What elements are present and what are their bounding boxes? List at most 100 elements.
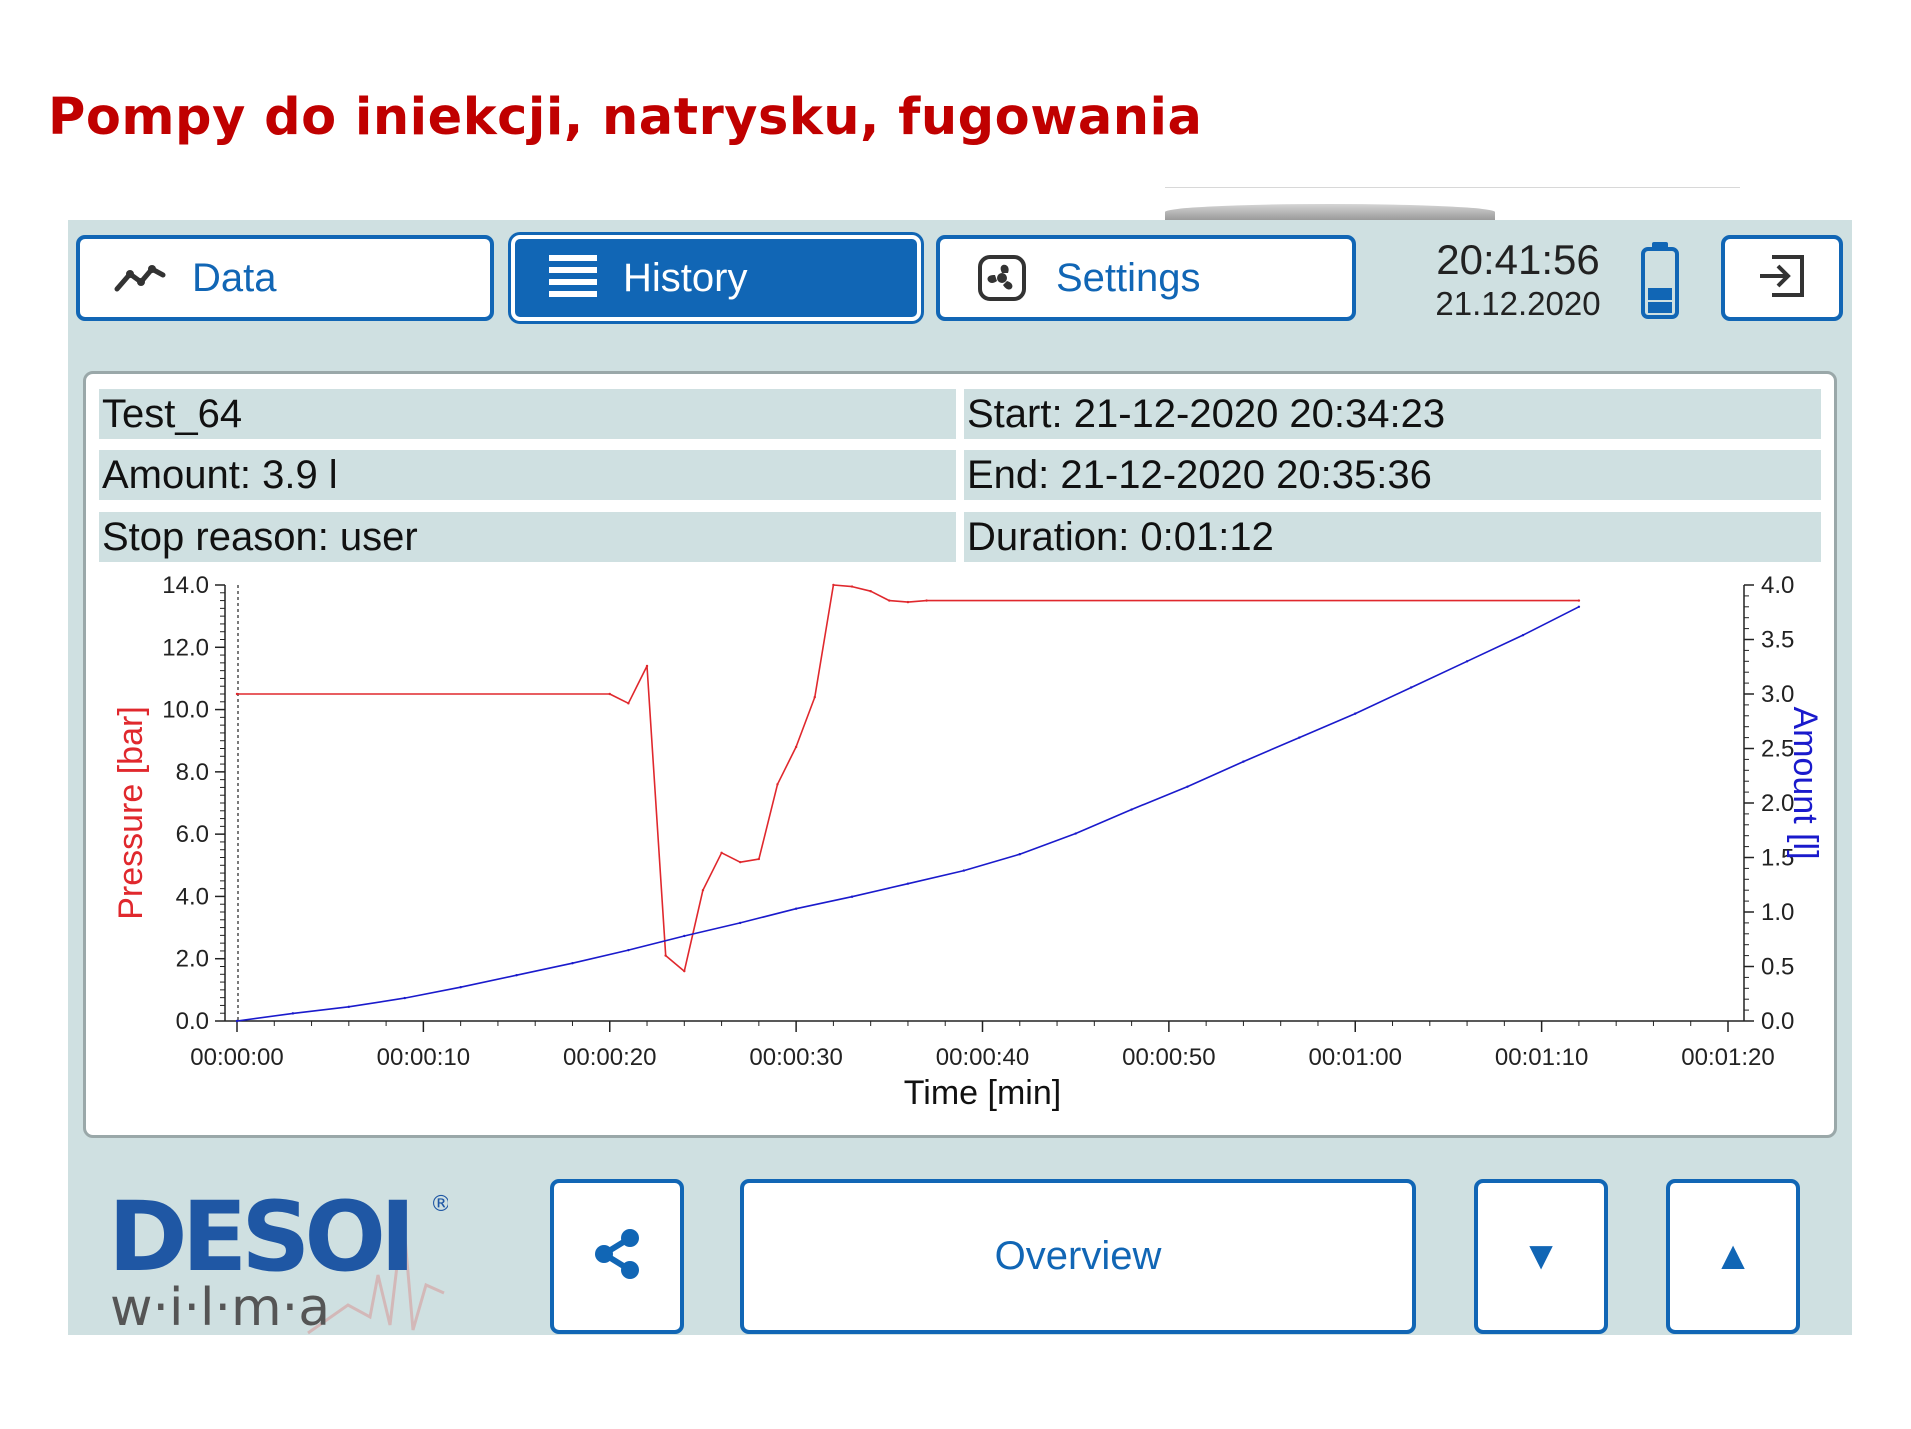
battery-icon (1640, 240, 1680, 325)
x-tick-label: 00:00:30 (749, 1044, 842, 1071)
scroll-up-button[interactable]: ▲ (1666, 1179, 1800, 1334)
tab-settings[interactable]: Settings (936, 235, 1356, 321)
x-tick-label: 00:01:20 (1681, 1044, 1774, 1071)
y-tick-label: 4.0 (176, 883, 209, 910)
pressure-point (869, 590, 872, 593)
pressure-point (1577, 599, 1581, 602)
pressure-point (683, 969, 686, 973)
amount-point (1186, 785, 1189, 788)
pressure-point (645, 664, 649, 668)
slide-title: Pompy do iniekcji, natrysku, fugowania (48, 88, 1203, 147)
y2-tick-label: 4.0 (1761, 572, 1794, 599)
y-tick-label: 12.0 (162, 634, 209, 661)
y-tick-label: 2.0 (176, 946, 209, 973)
pressure-point (888, 599, 891, 602)
amount-point (1298, 736, 1301, 739)
tab-data-label: Data (192, 255, 277, 300)
amount-point (291, 1012, 295, 1015)
exit-button[interactable] (1721, 235, 1843, 321)
amount-point (850, 895, 854, 898)
list-icon (549, 253, 597, 303)
tab-data[interactable]: Data (76, 235, 494, 321)
amount-point (403, 996, 406, 1000)
y2-tick-label: 0.5 (1761, 954, 1794, 981)
y-axis-title: Pressure [bar] (112, 706, 150, 920)
share-button[interactable] (550, 1179, 684, 1334)
amount-point (1577, 605, 1581, 608)
amount-point (235, 1019, 239, 1023)
x-tick-label: 00:00:20 (563, 1044, 656, 1071)
amount-point (1242, 760, 1245, 763)
top-bar: Data History Settings 20:41:56 21.12.202… (68, 220, 1852, 338)
logout-icon (1756, 253, 1808, 304)
amount-point (1074, 832, 1077, 835)
pressure-point (235, 692, 239, 696)
amount-point (1521, 633, 1525, 637)
amount-point (1409, 686, 1413, 689)
pressure-point (850, 585, 854, 588)
fan-gear-icon (974, 254, 1030, 302)
y2-tick-label: 0.0 (1761, 1008, 1794, 1035)
amount-point (459, 986, 462, 989)
x-axis-title: Time [min] (904, 1074, 1061, 1112)
amount-point (1018, 853, 1021, 856)
pressure-point (627, 702, 630, 705)
pressure-point (664, 954, 667, 957)
x-tick-label: 00:01:00 (1309, 1044, 1402, 1071)
x-tick-label: 00:00:50 (1122, 1044, 1215, 1071)
amount-point (571, 962, 574, 965)
pressure-point (925, 599, 928, 602)
pressure-point (906, 600, 910, 604)
amount-series-line (236, 606, 1580, 1022)
pressure-point (608, 692, 611, 696)
amount-point (1354, 712, 1357, 715)
pressure-point (794, 745, 798, 749)
trend-line-icon (114, 261, 166, 295)
amount-point (794, 907, 798, 910)
y2-tick-label: 1.0 (1761, 899, 1794, 926)
bottom-bar: DESOI ® w·i·l·m·a Overview ▼ ▲ (68, 1155, 1852, 1335)
decorative-line (1165, 187, 1740, 188)
pressure-point (701, 889, 705, 892)
y-tick-label: 14.0 (162, 572, 209, 599)
pressure-point (776, 783, 779, 786)
logo-sub-text: w·i·l·m·a (110, 1278, 330, 1335)
x-tick-label: 00:00:00 (190, 1044, 283, 1071)
amount-point (347, 1005, 351, 1009)
y2-axis-title: Amount [l] (1786, 706, 1824, 859)
clock-date: 21.12.2020 (1435, 285, 1601, 322)
y2-tick-label: 3.5 (1761, 627, 1794, 654)
pressure-point (739, 860, 742, 864)
y-tick-label: 0.0 (176, 1008, 209, 1035)
tab-history[interactable]: History (511, 235, 921, 321)
y-tick-label: 6.0 (176, 821, 209, 848)
clock: 20:41:56 21.12.2020 (1428, 236, 1608, 324)
clock-time: 20:41:56 (1436, 236, 1600, 283)
x-tick-label: 00:00:10 (377, 1044, 470, 1071)
tab-settings-label: Settings (1056, 255, 1201, 300)
pressure-point (832, 583, 835, 587)
logo-main-text: DESOI (108, 1181, 410, 1293)
amount-point (627, 948, 630, 952)
amount-point (739, 921, 742, 925)
desoi-wilma-logo: DESOI ® w·i·l·m·a (108, 1175, 452, 1335)
amount-point (515, 974, 518, 977)
x-tick-label: 00:01:10 (1495, 1044, 1588, 1071)
amount-point (683, 934, 686, 938)
pressure-series-line (237, 584, 1579, 973)
pressure-amount-chart: 0.02.04.06.08.010.012.014.00.00.51.01.52… (112, 572, 1824, 1112)
tab-history-label: History (623, 255, 748, 300)
amount-point (906, 882, 910, 885)
y-tick-label: 10.0 (162, 697, 209, 724)
scroll-down-button[interactable]: ▼ (1474, 1179, 1608, 1334)
y2-tick-label: 3.0 (1761, 681, 1794, 708)
overview-button[interactable]: Overview (740, 1179, 1416, 1334)
pressure-point (720, 851, 723, 855)
history-detail-panel: Test_64 Start: 21-12-2020 20:34:23 Amoun… (83, 371, 1837, 1138)
share-icon (592, 1227, 642, 1286)
logo-registered: ® (430, 1192, 448, 1217)
amount-point (962, 869, 966, 872)
pressure-point (813, 695, 816, 699)
y-tick-label: 8.0 (176, 759, 209, 786)
amount-point (1130, 808, 1133, 811)
